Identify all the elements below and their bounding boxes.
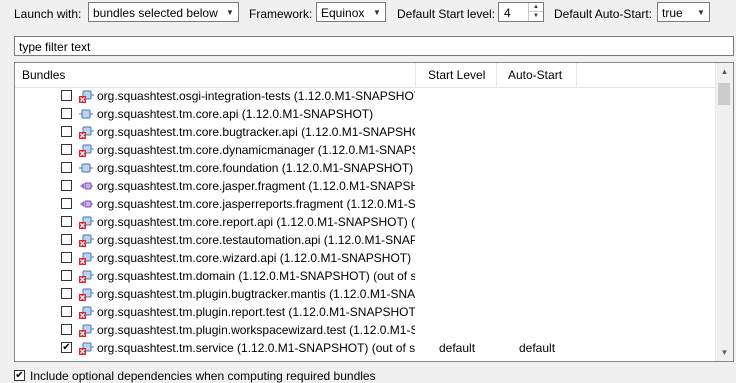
- checkbox[interactable]: ✔: [14, 370, 25, 381]
- bundle-error-icon: [78, 250, 94, 266]
- fragment-icon: [78, 178, 94, 194]
- framework-combo[interactable]: Equinox ▼: [316, 2, 386, 22]
- start-level-value: 4: [504, 6, 511, 20]
- bundle-name: org.squashtest.tm.core.jasperreports.fra…: [97, 197, 415, 211]
- column-header-bundles[interactable]: Bundles: [15, 63, 416, 87]
- bundle-name: org.squashtest.tm.core.wizard.api (1.12.…: [97, 251, 415, 265]
- bundle-error-icon: [78, 124, 94, 140]
- bundle-name: org.squashtest.tm.plugin.report.test (1.…: [97, 305, 415, 319]
- bundle-error-icon: [78, 304, 94, 320]
- bundle-name: org.squashtest.tm.core.report.api (1.12.…: [97, 215, 415, 229]
- auto-start-combo[interactable]: true ▼: [657, 2, 710, 22]
- bundle-error-icon: [78, 340, 94, 356]
- column-header-auto-start[interactable]: Auto-Start: [497, 63, 577, 87]
- framework-value: Equinox: [321, 6, 365, 20]
- bundle-name: org.squashtest.tm.domain (1.12.0.M1-SNAP…: [97, 269, 415, 283]
- bundle-checkbox[interactable]: [61, 144, 72, 155]
- table-row[interactable]: org.squashtest.tm.plugin.report.test (1.…: [15, 303, 717, 321]
- spin-up-icon[interactable]: ▲: [529, 3, 543, 12]
- table-row[interactable]: org.squashtest.tm.core.api (1.12.0.M1-SN…: [15, 105, 717, 123]
- bundle-checkbox[interactable]: [61, 270, 72, 281]
- table-row[interactable]: org.squashtest.tm.plugin.workspacewizard…: [15, 321, 717, 339]
- start-level-spinner[interactable]: 4 ▲ ▼: [498, 2, 544, 22]
- auto-start-cell[interactable]: default: [519, 341, 555, 355]
- table-row[interactable]: org.squashtest.tm.core.bugtracker.api (1…: [15, 123, 717, 141]
- table-row[interactable]: org.squashtest.tm.core.jasper.fragment (…: [15, 177, 717, 195]
- bundle-checkbox[interactable]: [61, 198, 72, 209]
- bundle-checkbox[interactable]: ✔: [61, 342, 72, 353]
- table-row[interactable]: org.squashtest.tm.core.wizard.api (1.12.…: [15, 249, 717, 267]
- bundle-name: org.squashtest.osgi-integration-tests (1…: [97, 89, 415, 103]
- launch-with-value: bundles selected below: [93, 6, 218, 20]
- bundle-name: org.squashtest.tm.core.foundation (1.12.…: [97, 161, 414, 175]
- table-row[interactable]: org.squashtest.tm.domain (1.12.0.M1-SNAP…: [15, 267, 717, 285]
- bundle-name: org.squashtest.tm.core.api (1.12.0.M1-SN…: [97, 107, 374, 121]
- bundle-error-icon: [78, 88, 94, 104]
- launch-with-label: Launch with:: [14, 7, 82, 21]
- table-row[interactable]: org.squashtest.osgi-integration-tests (1…: [15, 87, 717, 105]
- table-row[interactable]: ✔ org.squashtest.tm.service (1.12.0.M1-SN…: [15, 339, 717, 357]
- include-optional-label: Include optional dependencies when compu…: [30, 369, 376, 383]
- spinner-buttons: ▲ ▼: [528, 3, 543, 21]
- vertical-scrollbar[interactable]: ▲ ▼: [715, 63, 733, 361]
- bundle-name: org.squashtest.tm.core.bugtracker.api (1…: [97, 125, 415, 139]
- table-row[interactable]: org.squashtest.tm.core.testautomation.ap…: [15, 231, 717, 249]
- table-row[interactable]: org.squashtest.tm.core.dynamicmanager (1…: [15, 141, 717, 159]
- table-row[interactable]: org.squashtest.tm.plugin.bugtracker.mant…: [15, 285, 717, 303]
- column-header-start-level[interactable]: Start Level: [416, 63, 497, 87]
- start-level-cell[interactable]: default: [439, 341, 475, 355]
- bundle-name: org.squashtest.tm.core.dynamicmanager (1…: [97, 143, 415, 157]
- bundle-checkbox[interactable]: [61, 216, 72, 227]
- bundle-checkbox[interactable]: [61, 288, 72, 299]
- auto-start-label: Default Auto-Start:: [554, 7, 653, 21]
- bundle-icon: [78, 106, 94, 122]
- bundle-checkbox[interactable]: [61, 162, 72, 173]
- spin-down-icon[interactable]: ▼: [529, 12, 543, 21]
- bundle-error-icon: [78, 232, 94, 248]
- bundle-icon: [78, 160, 94, 176]
- bundle-checkbox[interactable]: [61, 90, 72, 101]
- launch-settings-toolbar: Launch with: bundles selected below ▼ Fr…: [0, 0, 736, 26]
- bundle-name: org.squashtest.tm.core.testautomation.ap…: [97, 233, 415, 247]
- bundle-name: org.squashtest.tm.service (1.12.0.M1-SNA…: [97, 341, 415, 355]
- bundle-checkbox[interactable]: [61, 324, 72, 335]
- framework-label: Framework:: [249, 7, 313, 21]
- bundle-error-icon: [78, 268, 94, 284]
- scroll-up-icon[interactable]: ▲: [716, 63, 733, 80]
- fragment-icon: [78, 196, 94, 212]
- bundle-name: org.squashtest.tm.plugin.workspacewizard…: [97, 323, 415, 337]
- launch-with-combo[interactable]: bundles selected below ▼: [88, 2, 239, 22]
- bundle-error-icon: [78, 322, 94, 338]
- bundle-error-icon: [78, 142, 94, 158]
- start-level-label: Default Start level:: [397, 7, 496, 21]
- bundle-checkbox[interactable]: [61, 306, 72, 317]
- bundle-name: org.squashtest.tm.core.jasper.fragment (…: [97, 179, 415, 193]
- bundle-error-icon: [78, 214, 94, 230]
- bundles-table: Bundles Start Level Auto-Start org.squas…: [14, 62, 734, 362]
- scroll-down-icon[interactable]: ▼: [716, 344, 733, 361]
- bundle-checkbox[interactable]: [61, 126, 72, 137]
- bundle-name: org.squashtest.tm.plugin.bugtracker.mant…: [97, 287, 415, 301]
- bundle-error-icon: [78, 286, 94, 302]
- table-body: org.squashtest.osgi-integration-tests (1…: [15, 87, 717, 357]
- bundle-checkbox[interactable]: [61, 234, 72, 245]
- chevron-down-icon: ▼: [697, 7, 705, 17]
- scroll-thumb[interactable]: [718, 83, 730, 105]
- table-row[interactable]: org.squashtest.tm.core.foundation (1.12.…: [15, 159, 717, 177]
- chevron-down-icon: ▼: [373, 7, 381, 17]
- filter-input[interactable]: type filter text: [14, 36, 734, 56]
- chevron-down-icon: ▼: [226, 7, 234, 17]
- table-row[interactable]: org.squashtest.tm.core.report.api (1.12.…: [15, 213, 717, 231]
- bundle-checkbox[interactable]: [61, 180, 72, 191]
- bundle-checkbox[interactable]: [61, 108, 72, 119]
- table-row[interactable]: org.squashtest.tm.core.jasperreports.fra…: [15, 195, 717, 213]
- table-header: Bundles Start Level Auto-Start: [15, 63, 717, 88]
- auto-start-value: true: [662, 6, 683, 20]
- bundle-checkbox[interactable]: [61, 252, 72, 263]
